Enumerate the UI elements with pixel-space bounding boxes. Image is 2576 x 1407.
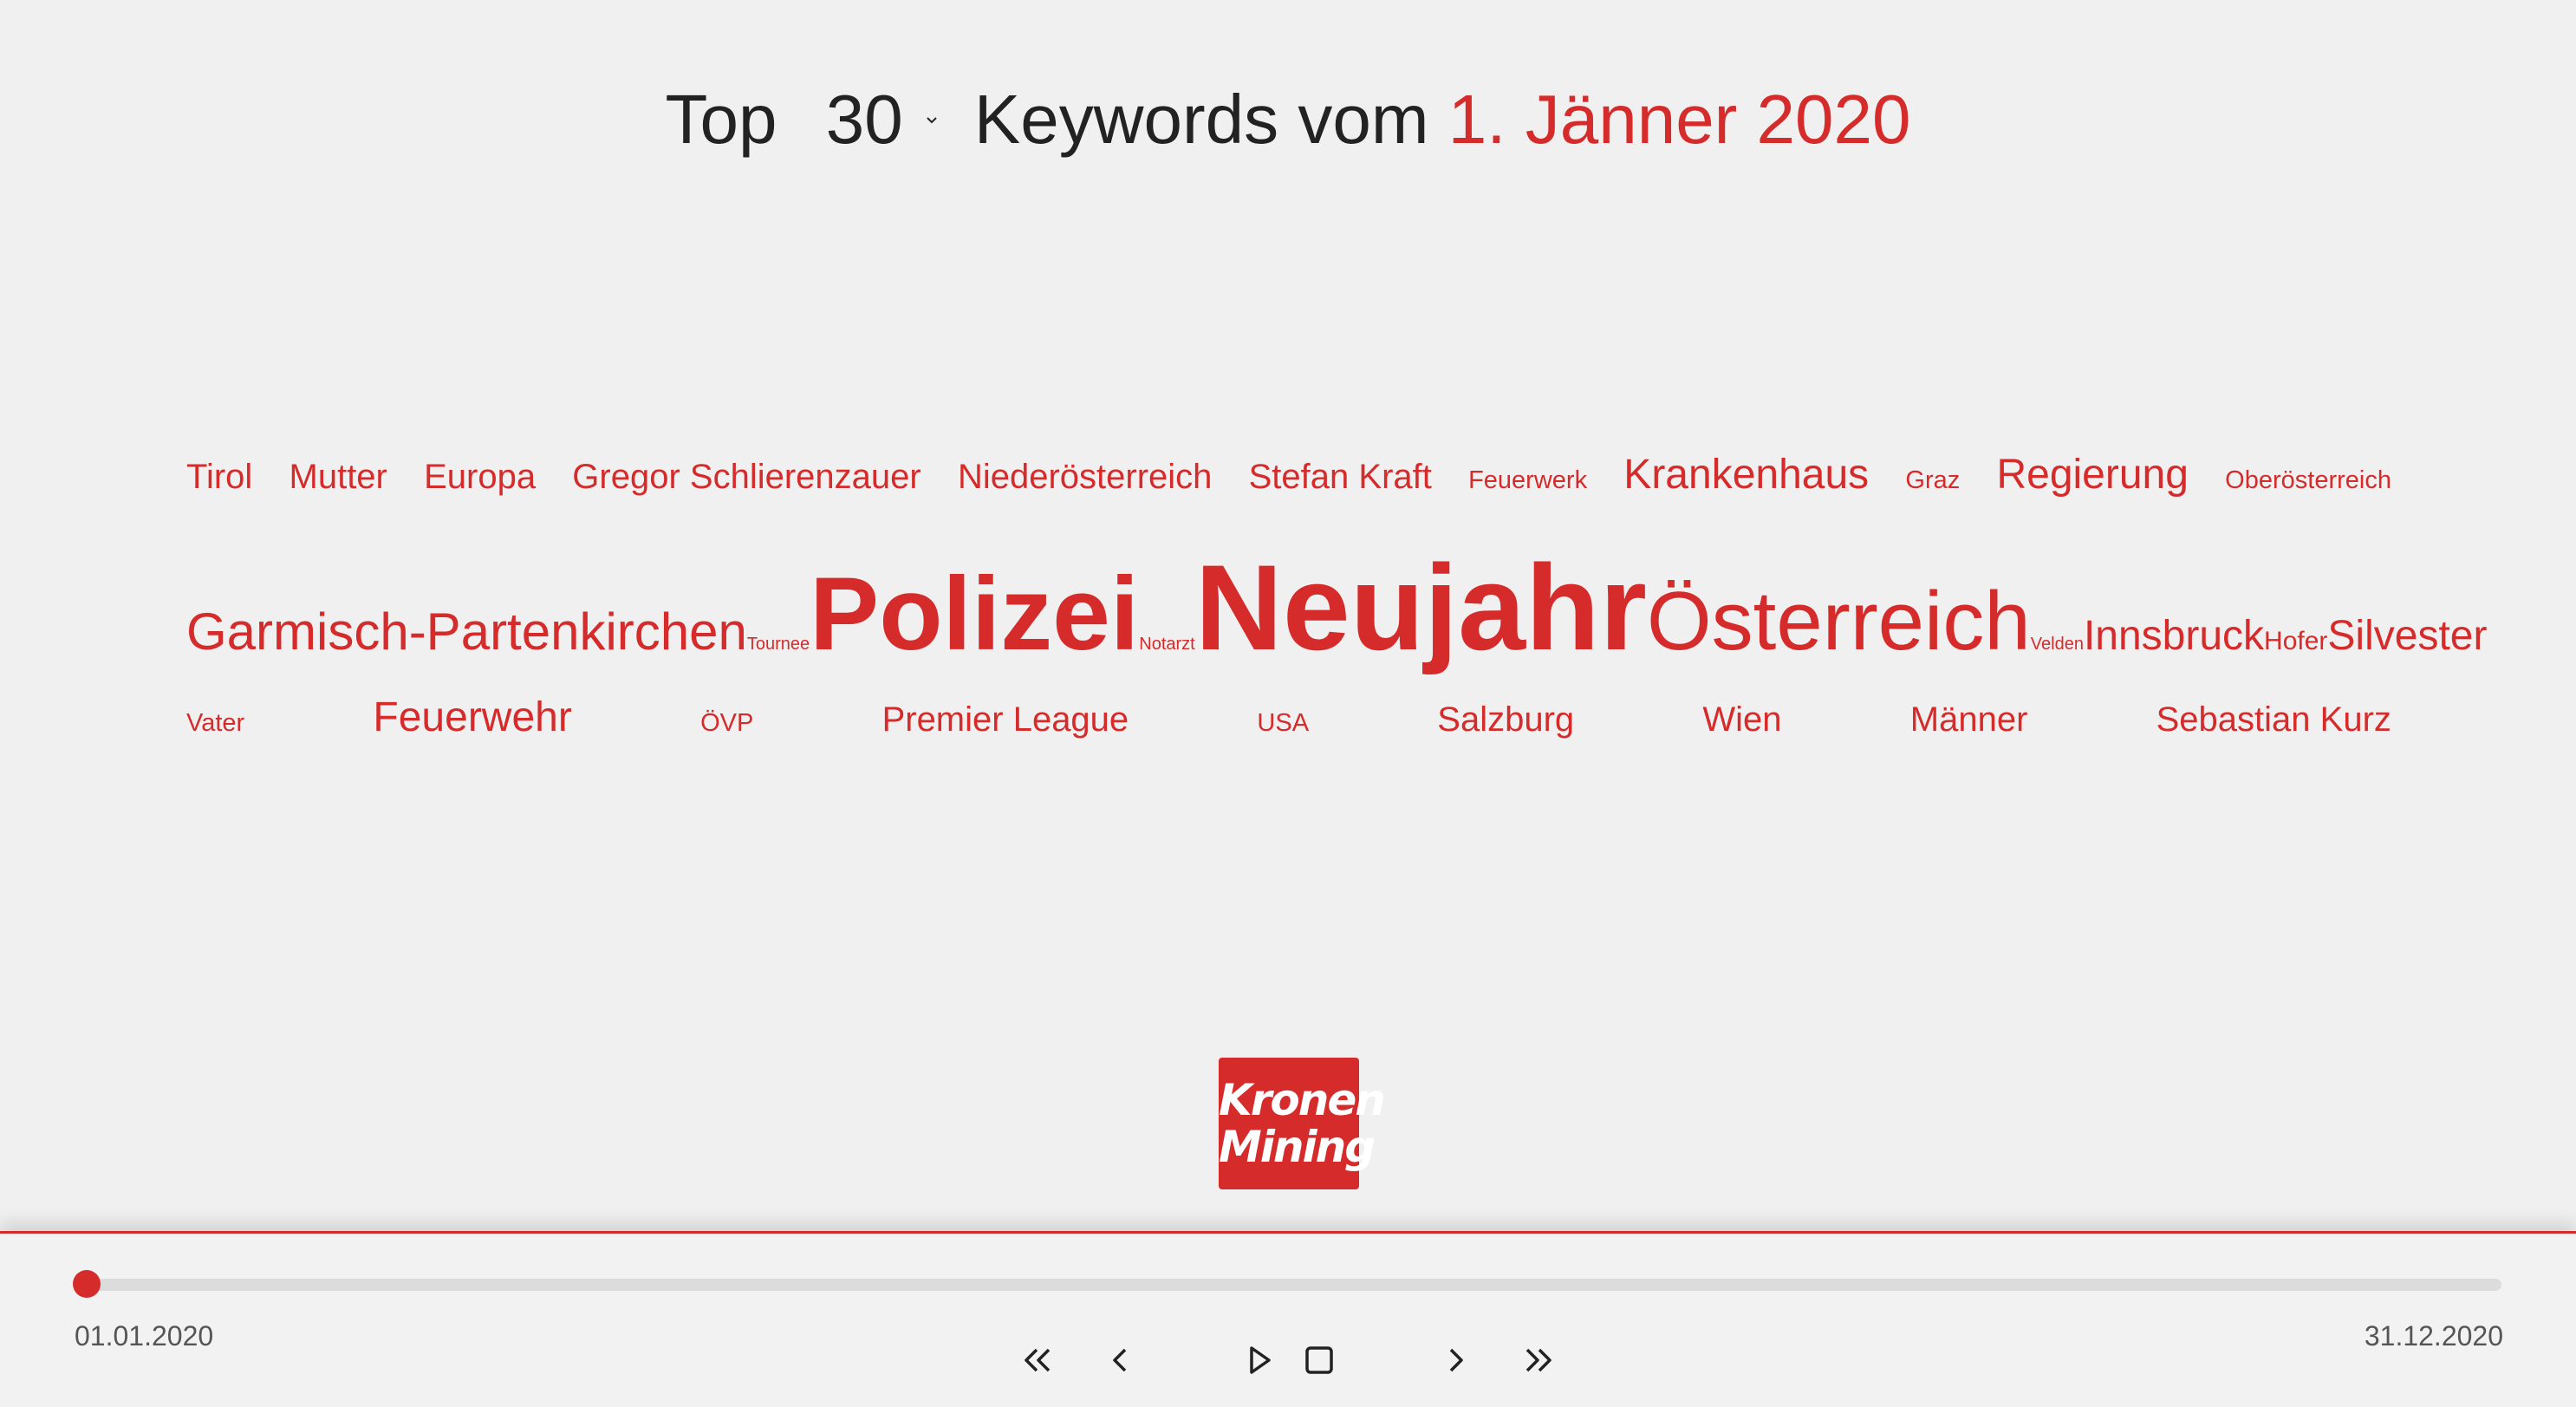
keyword-row-2: Garmisch-Partenkirchen Tournee Polizei N…: [186, 537, 2487, 675]
skip-to-start-button[interactable]: [1012, 1334, 1064, 1386]
skip-to-end-button[interactable]: [1512, 1334, 1564, 1386]
kronen-mining-logo: Kronen Mining: [1219, 1058, 1386, 1189]
keyword[interactable]: Niederösterreich: [958, 458, 1212, 497]
step-forward-button[interactable]: [1430, 1334, 1482, 1386]
keyword[interactable]: Graz: [1905, 466, 1960, 495]
chevron-down-icon: [926, 117, 937, 124]
keyword[interactable]: Feuerwehr: [373, 694, 571, 741]
logo-line-1: Kronen: [1219, 1075, 1386, 1125]
keyword[interactable]: Regierung: [1996, 451, 2188, 498]
double-chevron-right-icon: [1525, 1348, 1551, 1372]
keyword[interactable]: Salzburg: [1437, 700, 1574, 739]
chevron-right-icon: [1449, 1348, 1463, 1372]
keyword[interactable]: Innsbruck: [2084, 612, 2264, 660]
keyword[interactable]: Österreich: [1647, 574, 2031, 669]
keyword[interactable]: Oberösterreich: [2225, 466, 2391, 495]
title-date: 1. Jänner 2020: [1447, 81, 1911, 158]
keyword[interactable]: Notarzt: [1139, 635, 1194, 655]
title-middle: Keywords vom: [973, 81, 1429, 158]
step-back-button[interactable]: [1094, 1334, 1146, 1386]
keyword[interactable]: ÖVP: [700, 709, 753, 738]
keyword[interactable]: Garmisch-Partenkirchen: [186, 602, 747, 661]
keyword[interactable]: Polizei: [810, 554, 1139, 674]
keyword[interactable]: Gregor Schlierenzauer: [572, 458, 920, 497]
play-button[interactable]: [1233, 1334, 1285, 1386]
keyword[interactable]: Männer: [1910, 700, 2028, 739]
keyword[interactable]: Stefan Kraft: [1249, 458, 1432, 497]
timeline-track[interactable]: [87, 1279, 2501, 1291]
keyword-count-select[interactable]: 30: [826, 76, 946, 163]
keyword[interactable]: Wien: [1702, 700, 1781, 739]
keyword[interactable]: Silvester: [2327, 612, 2487, 660]
timeline-handle[interactable]: [73, 1270, 101, 1298]
keyword[interactable]: Velden: [2031, 635, 2084, 655]
keyword[interactable]: Tournee: [747, 635, 810, 655]
keyword[interactable]: Tirol: [186, 458, 252, 497]
keyword[interactable]: USA: [1257, 709, 1309, 738]
keyword[interactable]: Feuerwerk: [1468, 466, 1587, 495]
timeline-panel: 01.01.2020 31.12.2020: [0, 1231, 2576, 1407]
keyword[interactable]: Krankenhaus: [1623, 451, 1869, 498]
timeline-start-date: 01.01.2020: [75, 1320, 214, 1352]
stop-button[interactable]: [1293, 1334, 1345, 1386]
keyword[interactable]: Sebastian Kurz: [2156, 700, 2391, 739]
page-title: Top 30 Keywords vom 1. Jänner 2020: [0, 76, 2576, 163]
timeline-end-date: 31.12.2020: [2364, 1320, 2503, 1352]
keyword[interactable]: Europa: [424, 458, 536, 497]
chevron-left-icon: [1113, 1348, 1127, 1372]
keyword[interactable]: Neujahr: [1195, 537, 1647, 678]
keyword-row-3: Vater Feuerwehr ÖVP Premier League USA S…: [186, 694, 2391, 763]
double-chevron-left-icon: [1025, 1348, 1051, 1372]
keyword[interactable]: Premier League: [882, 700, 1129, 739]
keyword[interactable]: Hofer: [2264, 627, 2327, 656]
keyword[interactable]: Mutter: [289, 458, 387, 497]
keyword[interactable]: Vater: [186, 709, 244, 738]
title-prefix: Top: [665, 81, 777, 158]
keyword-count-value: 30: [825, 81, 903, 158]
play-icon: [1250, 1346, 1271, 1374]
keyword-row-1: Tirol Mutter Europa Gregor Schlierenzaue…: [186, 451, 2391, 520]
stop-icon: [1305, 1346, 1333, 1374]
logo-line-2: Mining: [1219, 1122, 1376, 1172]
